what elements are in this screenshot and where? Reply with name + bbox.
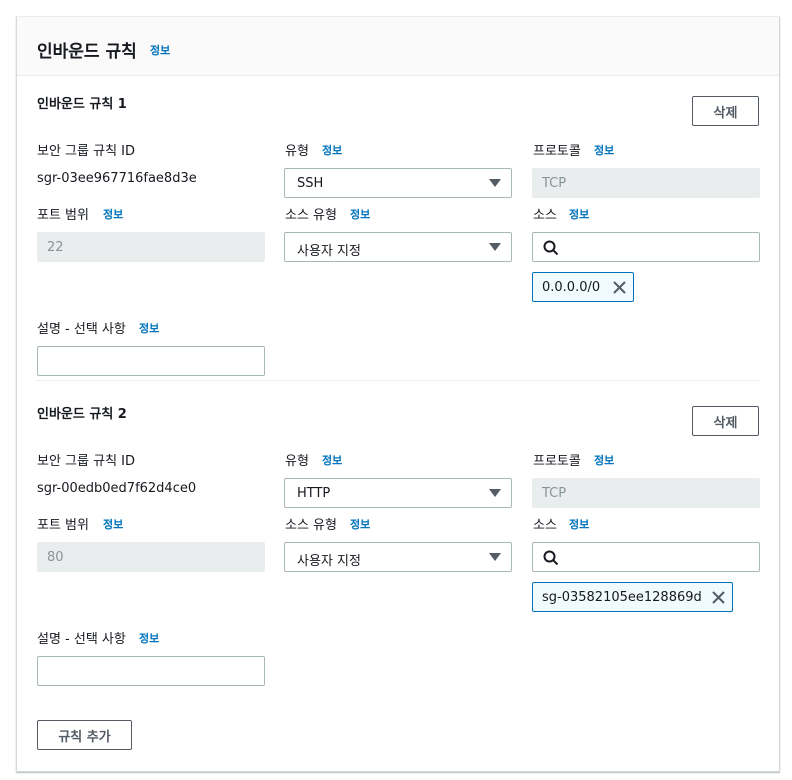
source-search-input[interactable] (532, 542, 760, 572)
type-select[interactable]: HTTP (284, 478, 512, 508)
source-type-value: 사용자 지정 (297, 554, 361, 569)
close-icon[interactable] (612, 280, 627, 295)
port-range-label: 포트 범위 (37, 518, 89, 533)
source-type-value: 사용자 지정 (297, 244, 361, 259)
rule-id-label: 보안 그룹 규칙 ID (37, 454, 136, 469)
port-range-value: 80 (47, 550, 64, 565)
type-select-value: SSH (297, 176, 324, 191)
description-label: 설명 - 선택 사항 (37, 632, 126, 647)
add-rule-button[interactable]: 규칙 추가 (37, 720, 132, 750)
source-label: 소스 (533, 518, 557, 533)
source-type-select[interactable]: 사용자 지정 (284, 542, 512, 572)
protocol-value: TCP (542, 176, 567, 191)
rule-title: 인바운드 규칙 1 (37, 97, 127, 112)
rule-title: 인바운드 규칙 2 (37, 407, 127, 422)
delete-button[interactable]: 삭제 (692, 96, 759, 126)
protocol-label: 프로토콜 (533, 144, 581, 159)
protocol-info-link[interactable]: 정보 (594, 452, 614, 468)
protocol-field: TCP (532, 168, 760, 198)
caret-down-icon (489, 553, 501, 561)
port-range-field: 22 (37, 232, 265, 262)
source-token: 0.0.0.0/0 (532, 272, 634, 302)
rule-divider (36, 380, 760, 381)
panel-title: 인바운드 규칙 (37, 42, 137, 62)
protocol-value: TCP (542, 486, 567, 501)
port-range-info-link[interactable]: 정보 (103, 516, 123, 532)
close-icon[interactable] (711, 590, 726, 605)
type-label: 유형 (285, 454, 309, 469)
header-info-link[interactable]: 정보 (150, 42, 170, 58)
source-token: sg-03582105ee128869d (532, 582, 733, 612)
protocol-field: TCP (532, 478, 760, 508)
source-info-link[interactable]: 정보 (569, 206, 589, 222)
port-range-label: 포트 범위 (37, 208, 89, 223)
type-info-link[interactable]: 정보 (322, 142, 342, 158)
search-icon (543, 550, 559, 566)
type-select-value: HTTP (297, 486, 331, 501)
search-icon (543, 240, 559, 256)
port-range-info-link[interactable]: 정보 (103, 206, 123, 222)
description-input[interactable] (37, 656, 265, 686)
caret-down-icon (489, 489, 501, 497)
caret-down-icon (489, 243, 501, 251)
description-input[interactable] (37, 346, 265, 376)
description-info-link[interactable]: 정보 (139, 320, 159, 336)
source-token-value: sg-03582105ee128869d (542, 590, 702, 605)
source-type-label: 소스 유형 (285, 518, 337, 533)
source-type-info-link[interactable]: 정보 (350, 206, 370, 222)
source-search-input[interactable] (532, 232, 760, 262)
port-range-field: 80 (37, 542, 265, 572)
rule-id-value: sgr-00edb0ed7f62d4ce0 (37, 481, 197, 496)
description-info-link[interactable]: 정보 (139, 630, 159, 646)
caret-down-icon (489, 179, 501, 187)
port-range-value: 22 (47, 240, 64, 255)
source-type-label: 소스 유형 (285, 208, 337, 223)
source-label: 소스 (533, 208, 557, 223)
rule-id-value: sgr-03ee967716fae8d3e (37, 171, 197, 186)
rule-id-label: 보안 그룹 규칙 ID (37, 144, 136, 159)
type-info-link[interactable]: 정보 (322, 452, 342, 468)
delete-button[interactable]: 삭제 (692, 406, 759, 436)
panel-header: 인바운드 규칙 정보 (17, 17, 779, 76)
protocol-info-link[interactable]: 정보 (594, 142, 614, 158)
description-label: 설명 - 선택 사항 (37, 322, 126, 337)
source-info-link[interactable]: 정보 (569, 516, 589, 532)
protocol-label: 프로토콜 (533, 454, 581, 469)
source-type-select[interactable]: 사용자 지정 (284, 232, 512, 262)
type-select[interactable]: SSH (284, 168, 512, 198)
source-token-value: 0.0.0.0/0 (542, 280, 601, 295)
type-label: 유형 (285, 144, 309, 159)
source-type-info-link[interactable]: 정보 (350, 516, 370, 532)
